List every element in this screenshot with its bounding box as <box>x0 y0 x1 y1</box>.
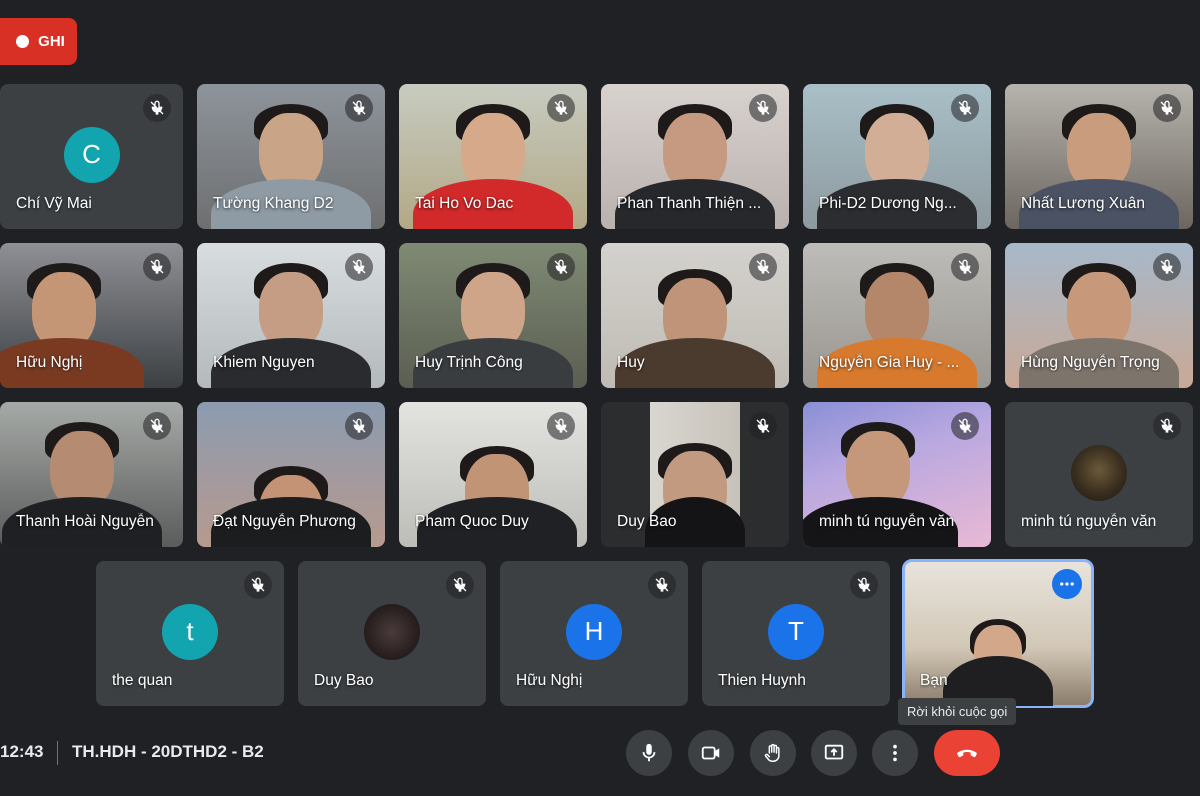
videocam-icon <box>701 746 720 760</box>
recording-label: GHI <box>38 33 65 50</box>
mic-off-icon <box>951 412 979 440</box>
more-horiz-icon <box>1060 582 1074 586</box>
avatar <box>364 603 420 660</box>
avatar: C <box>63 126 120 183</box>
participant-tile[interactable]: Huy <box>601 243 789 388</box>
participant-tile[interactable]: H Hữu Nghị <box>500 561 688 706</box>
participant-name: the quan <box>112 672 173 689</box>
avatar: t <box>162 603 218 660</box>
mic-off-icon <box>345 253 373 281</box>
mic-off-icon <box>749 94 777 122</box>
participant-name: Thanh Hoài Nguyễn <box>16 513 154 530</box>
participant-tile[interactable]: Tai Ho Vo Dac <box>399 84 587 229</box>
participant-name: Phan Thanh Thiện ... <box>617 195 762 212</box>
participant-name: Nguyễn Gia Huy - ... <box>819 354 960 371</box>
participant-tile[interactable]: Huy Trịnh Công <box>399 243 587 388</box>
record-dot-icon <box>16 35 30 48</box>
more-options-button[interactable] <box>1052 569 1082 599</box>
mic-off-icon <box>749 253 777 281</box>
mic-off-icon <box>244 571 272 599</box>
participant-name: Bạn <box>920 672 948 689</box>
participant-name: minh tú nguyễn văn <box>1021 513 1157 530</box>
mic-off-icon <box>648 571 676 599</box>
participant-tile[interactable]: Nguyễn Gia Huy - ... <box>803 243 991 388</box>
participant-name: Hùng Nguyễn Trọng <box>1021 354 1160 371</box>
present-icon <box>824 744 844 760</box>
mic-icon <box>642 743 656 762</box>
mic-off-icon <box>143 94 171 122</box>
participant-name: Tai Ho Vo Dac <box>415 195 514 212</box>
participant-name: Duy Bao <box>314 672 374 689</box>
participant-tile[interactable]: Tường Khang D2 <box>197 84 385 229</box>
participant-name: Nhất Lương Xuân <box>1021 195 1145 212</box>
participant-name: Tường Khang D2 <box>213 195 334 212</box>
mic-off-icon <box>547 412 575 440</box>
participant-tile[interactable]: Duy Bao <box>298 561 486 706</box>
mic-off-icon <box>749 412 777 440</box>
participant-tile[interactable]: Khiem Nguyen <box>197 243 385 388</box>
mic-off-icon <box>951 253 979 281</box>
leave-call-tooltip: Rời khỏi cuộc gọi <box>898 698 1017 725</box>
clock: 12:43 <box>0 742 44 761</box>
participant-name: Chí Vỹ Mai <box>16 195 92 212</box>
more-vert-icon <box>893 744 897 762</box>
divider <box>57 741 58 765</box>
participant-name: Hữu Nghị <box>516 672 583 689</box>
participant-name: Phi-D2 Dương Ng... <box>819 195 957 212</box>
call-end-icon <box>957 749 977 758</box>
participant-tile[interactable]: Pham Quoc Duy <box>399 402 587 547</box>
present-screen-button[interactable] <box>811 730 857 776</box>
participant-tile[interactable]: Duy Bao <box>601 402 789 547</box>
participant-tile[interactable]: Phan Thanh Thiện ... <box>601 84 789 229</box>
participant-name: Đạt Nguyễn Phương <box>213 513 356 530</box>
participant-tile[interactable]: Hùng Nguyễn Trọng <box>1005 243 1193 388</box>
participant-name: Hữu Nghị <box>16 354 83 371</box>
mic-off-icon <box>547 94 575 122</box>
participant-tile[interactable]: Đạt Nguyễn Phương <box>197 402 385 547</box>
participant-tile[interactable]: minh tú nguyễn văn <box>803 402 991 547</box>
participant-name: Khiem Nguyen <box>213 354 315 371</box>
participant-tile[interactable]: C Chí Vỹ Mai <box>0 84 183 229</box>
microphone-button[interactable] <box>626 730 672 776</box>
participant-tile[interactable]: Thanh Hoài Nguyễn <box>0 402 183 547</box>
avatar: H <box>566 603 622 660</box>
participant-name: Thien Huynh <box>718 672 806 689</box>
mic-off-icon <box>345 94 373 122</box>
raise-hand-button[interactable] <box>750 730 796 776</box>
avatar: T <box>768 603 824 660</box>
recording-indicator[interactable]: GHI <box>0 18 77 65</box>
mic-off-icon <box>446 571 474 599</box>
leave-call-button[interactable] <box>934 730 1000 776</box>
participant-name: Pham Quoc Duy <box>415 513 529 530</box>
participant-tile[interactable]: t the quan <box>96 561 284 706</box>
participant-name: minh tú nguyễn văn <box>819 513 955 530</box>
mic-off-icon <box>345 412 373 440</box>
participant-tile[interactable]: Nhất Lương Xuân <box>1005 84 1193 229</box>
more-actions-button[interactable] <box>872 730 918 776</box>
participant-name: Huy <box>617 354 645 371</box>
hand-icon <box>764 743 780 762</box>
mic-off-icon <box>547 253 575 281</box>
self-view-tile[interactable]: Bạn <box>902 559 1094 708</box>
mic-off-icon <box>1153 253 1181 281</box>
mic-off-icon <box>143 253 171 281</box>
mic-off-icon <box>1153 94 1181 122</box>
avatar <box>1071 444 1127 501</box>
bottom-control-bar: 12:43 TH.HDH - 20DTHD2 - B2 <box>0 724 1200 784</box>
participant-tile[interactable]: Phi-D2 Dương Ng... <box>803 84 991 229</box>
mic-off-icon <box>1153 412 1181 440</box>
camera-button[interactable] <box>688 730 734 776</box>
mic-off-icon <box>850 571 878 599</box>
participant-tile[interactable]: minh tú nguyễn văn <box>1005 402 1193 547</box>
participant-name: Huy Trịnh Công <box>415 354 523 371</box>
meeting-title: TH.HDH - 20DTHD2 - B2 <box>72 742 264 761</box>
mic-off-icon <box>951 94 979 122</box>
mic-off-icon <box>143 412 171 440</box>
participant-tile[interactable]: T Thien Huynh <box>702 561 890 706</box>
participant-name: Duy Bao <box>617 513 677 530</box>
participant-tile[interactable]: Hữu Nghị <box>0 243 183 388</box>
